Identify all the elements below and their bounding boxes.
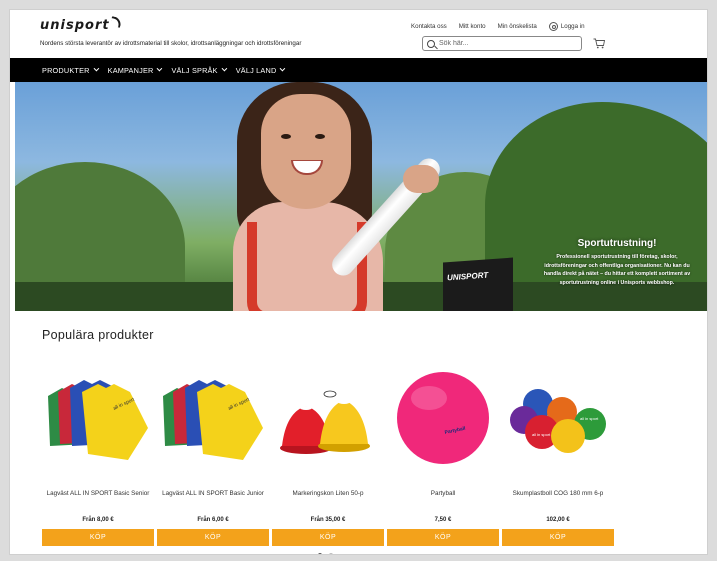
buy-button[interactable]: KÖP <box>42 529 154 546</box>
browser-page: unisport Nordens största leverantör av i… <box>9 9 708 555</box>
nav-kampanjer[interactable]: KAMPANJER <box>108 65 163 75</box>
chevron-down-icon <box>280 65 286 72</box>
section-title: Populära produkter <box>42 328 154 342</box>
search-icon[interactable] <box>427 39 435 48</box>
product-name[interactable]: Markeringskon Liten 50-p <box>272 490 384 497</box>
site-header: unisport Nordens största leverantör av i… <box>10 10 707 58</box>
chevron-down-icon <box>157 65 163 72</box>
product-price: Från 35,00 € <box>310 517 346 523</box>
product-card[interactable]: Markeringskon Liten 50-p Från 35,00 € KÖ… <box>272 366 384 554</box>
product-price: 7,50 € <box>434 517 452 523</box>
product-name[interactable]: Lagväst ALL IN SPORT Basic Senior <box>42 490 154 497</box>
product-name[interactable]: Skumplastboll COG 180 mm 6-p <box>502 490 614 497</box>
product-name[interactable]: Lagväst ALL IN SPORT Basic Junior <box>157 490 269 497</box>
login-label: Logga in <box>560 23 585 30</box>
nav-valj-land[interactable]: VÄLJ LAND <box>236 65 286 75</box>
buy-button[interactable]: KÖP <box>272 529 384 546</box>
product-image-cones[interactable] <box>272 366 384 466</box>
product-card[interactable]: all in sport all in sport Skumplastboll … <box>502 366 614 554</box>
product-card[interactable]: Partyball Partyball 7,50 € KÖP <box>387 366 499 554</box>
product-card[interactable]: all in sport Lagväst ALL IN SPORT Basic … <box>157 366 269 554</box>
product-card[interactable]: all in sport Lagväst ALL IN SPORT Basic … <box>42 366 154 554</box>
product-image-partyball[interactable]: Partyball <box>387 366 499 466</box>
product-price: Från 8,00 € <box>82 517 114 523</box>
carousel-dot[interactable] <box>318 553 322 554</box>
contact-link[interactable]: Kontakta oss <box>411 23 447 30</box>
product-image-vests-junior[interactable]: all in sport <box>157 366 269 466</box>
product-price: Från 6,00 € <box>197 517 229 523</box>
product-name[interactable]: Partyball <box>387 490 499 497</box>
tagline: Nordens största leverantör av idrottsmat… <box>40 40 302 47</box>
chevron-down-icon <box>93 65 99 72</box>
hero-body: Professionell sportutrustning till föret… <box>543 254 691 286</box>
hero-girl-hand <box>403 165 439 193</box>
user-icon <box>548 22 558 31</box>
top-links: Kontakta oss Mitt konto Min önskelista L… <box>411 22 585 31</box>
chevron-down-icon <box>221 65 227 72</box>
account-link[interactable]: Mitt konto <box>459 23 486 30</box>
svg-text:all in sport: all in sport <box>580 416 599 421</box>
hero-girl-face <box>261 94 351 209</box>
logo-swoosh-icon <box>109 16 122 28</box>
nav-valj-sprak[interactable]: VÄLJ SPRÅK <box>171 65 227 75</box>
wishlist-link[interactable]: Min önskelista <box>498 23 537 30</box>
buy-button[interactable]: KÖP <box>502 529 614 546</box>
hero-title: Sportutrustning! <box>577 238 657 249</box>
carousel-dots <box>318 553 333 554</box>
hero-girl-eye <box>315 134 325 139</box>
hero-banner[interactable]: UNISPORT Sportutrustning! Professionell … <box>15 82 707 311</box>
buy-button[interactable]: KÖP <box>157 529 269 546</box>
hero-girl-eye <box>281 134 291 139</box>
search-box[interactable] <box>422 36 582 51</box>
hero-sign <box>443 257 513 311</box>
product-price: 102,00 € <box>546 517 570 523</box>
carousel-dot[interactable] <box>329 553 333 554</box>
nav-produkter[interactable]: PRODUKTER <box>42 65 99 75</box>
hero-text: Sportutrustning! Professionell sportutru… <box>542 238 692 287</box>
unisport-logo[interactable]: unisport <box>40 16 122 33</box>
main-nav: PRODUKTER KAMPANJER VÄLJ SPRÅK VÄLJ LAND <box>10 58 707 82</box>
search-input[interactable] <box>439 40 569 47</box>
buy-button[interactable]: KÖP <box>387 529 499 546</box>
svg-text:all in sport: all in sport <box>532 432 551 437</box>
product-image-vests-senior[interactable]: all in sport <box>42 366 154 466</box>
product-image-foam-balls[interactable]: all in sport all in sport <box>502 366 614 466</box>
cart-icon[interactable] <box>593 38 605 49</box>
login-link[interactable]: Logga in <box>548 22 585 31</box>
